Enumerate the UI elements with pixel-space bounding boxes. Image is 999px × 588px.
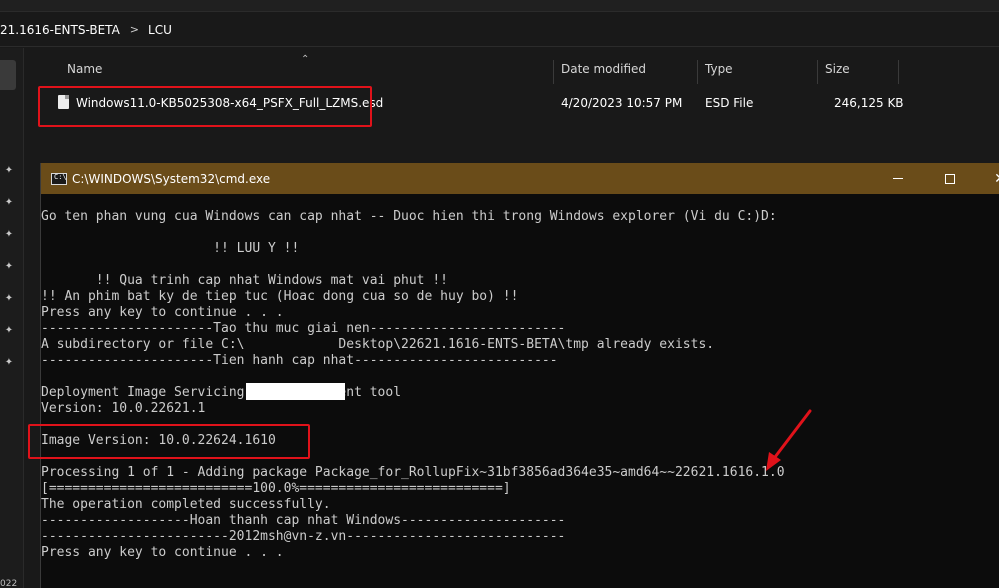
pin-icon[interactable]: ✦ [3,357,15,369]
window-title: C:\WINDOWS\System32\cmd.exe [72,171,271,186]
console-line: Go ten phan vung cua Windows can cap nha… [41,209,777,224]
file-size: 246,125 KB [834,96,904,110]
column-header-size[interactable]: Size [825,62,850,76]
sort-up-icon: ⌃ [301,54,310,65]
maximize-button[interactable] [927,163,973,194]
explorer-toolbar [0,0,999,12]
pin-icon[interactable]: ✦ [3,197,15,209]
pin-icon[interactable]: ✦ [3,229,15,241]
cmd-icon: C:\ [51,172,67,185]
navigation-pane: ✦ ✦ ✦ ✦ ✦ ✦ ✦ 022 [0,48,24,588]
redaction-box [246,383,345,400]
maximize-icon [945,173,955,184]
minimize-icon [893,178,903,179]
breadcrumb-item-folder[interactable]: 21.1616-ENTS-BETA [0,23,120,37]
pin-icon[interactable]: ✦ [3,325,15,337]
console-line: ------------------------2012msh@vn-z.vn-… [41,529,566,544]
console-line: A subdirectory or file C:\ Desktop\22621… [41,337,715,352]
column-divider[interactable] [817,60,818,84]
annotation-arrow-icon [766,409,812,471]
console-output[interactable]: Go ten phan vung cua Windows can cap nha… [41,209,999,561]
console-line: Press any key to continue . . . [41,545,284,560]
console-line: ----------------------Tao thu muc giai n… [41,321,566,336]
close-icon: ✕ [994,171,999,187]
console-line: ----------------------Tien hanh cap nhat… [41,353,558,368]
column-divider[interactable] [898,60,899,84]
file-date-modified: 4/20/2023 10:57 PM [561,96,683,110]
console-line: Image Version: 10.0.22624.1610 [41,433,276,448]
column-divider[interactable] [553,60,554,84]
file-icon [58,95,69,109]
console-line: !! An phim bat ky de tiep tuc (Hoac dong… [41,289,519,304]
cmd-titlebar[interactable]: C:\ C:\WINDOWS\System32\cmd.exe ✕ [41,163,999,194]
cmd-window[interactable]: C:\ C:\WINDOWS\System32\cmd.exe ✕ Go ten… [40,163,999,588]
breadcrumb: 21.1616-ENTS-BETA > LCU [0,13,999,47]
pin-icon[interactable]: ✦ [3,293,15,305]
close-button[interactable]: ✕ [977,163,999,194]
console-line: Deployment Image Servicing and Managemen… [41,385,402,400]
nav-selected-item[interactable] [0,60,16,90]
minimize-button[interactable] [875,163,921,194]
cmd-icon-text: C:\ [54,172,67,181]
console-line: Press any key to continue . . . [41,305,284,320]
column-divider[interactable] [697,60,698,84]
pin-icon[interactable]: ✦ [3,261,15,273]
column-header-name[interactable]: Name [67,62,102,76]
nav-item-label: 022 [0,579,18,588]
console-line: -------------------Hoan thanh cap nhat W… [41,513,566,528]
breadcrumb-separator[interactable]: > [130,23,139,36]
column-header-type[interactable]: Type [705,62,733,76]
file-row[interactable]: Windows11.0-KB5025308-x64_PSFX_Full_LZMS… [36,88,999,118]
console-line: Processing 1 of 1 - Adding package Packa… [41,465,785,480]
console-line: !! LUU Y !! [41,241,300,256]
file-name: Windows11.0-KB5025308-x64_PSFX_Full_LZMS… [76,96,384,110]
column-header-date-modified[interactable]: Date modified [561,62,646,76]
breadcrumb-item-lcu[interactable]: LCU [148,23,172,37]
pin-icon[interactable]: ✦ [3,165,15,177]
file-list: ⌃ Name Date modified Type Size Windows11… [36,48,999,163]
console-line: The operation completed successfully. [41,497,331,512]
console-line: [==========================100.0%=======… [41,481,511,496]
console-line: Version: 10.0.22621.1 [41,401,206,416]
console-line: !! Qua trinh cap nhat Windows mat vai ph… [41,273,448,288]
file-type: ESD File [705,96,754,110]
